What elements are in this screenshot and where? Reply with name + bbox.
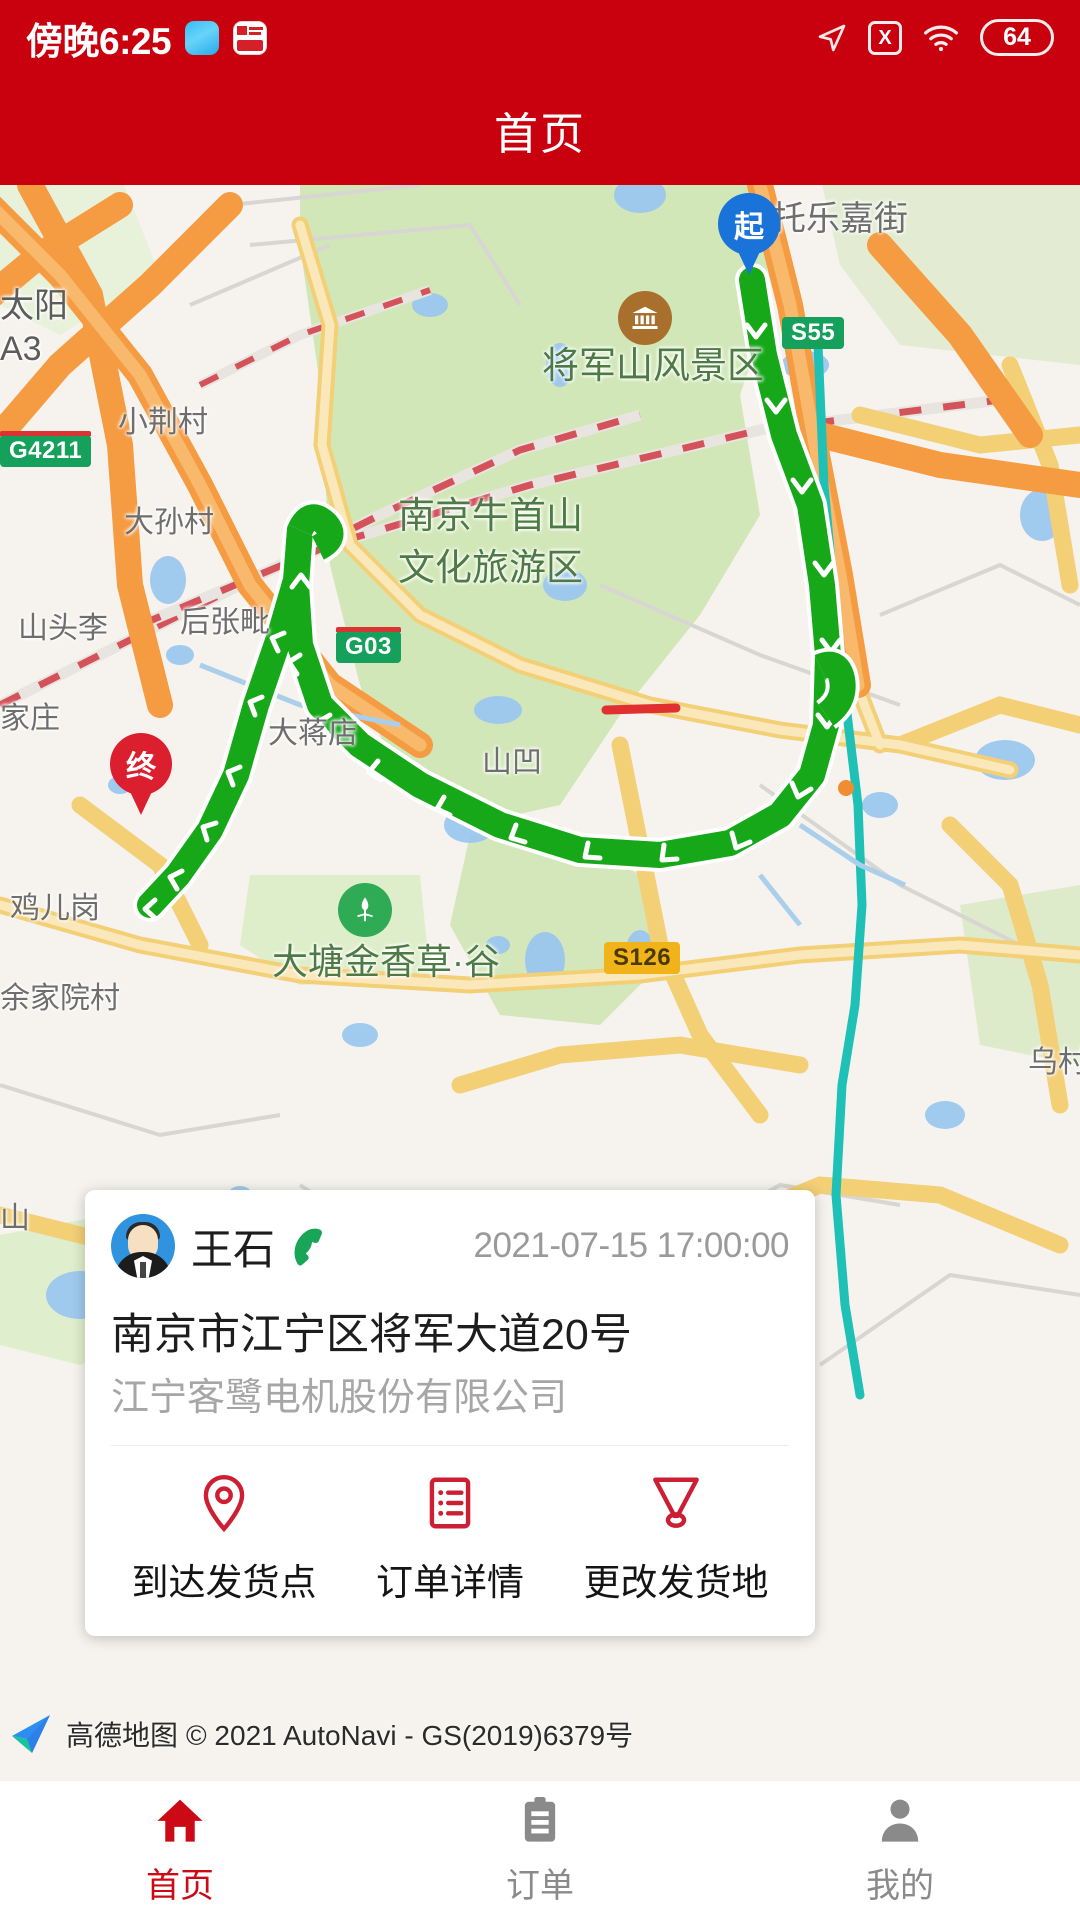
order-list-icon bbox=[419, 1472, 481, 1534]
route-start-marker[interactable]: 起 bbox=[718, 193, 780, 275]
route-end-marker[interactable]: 终 bbox=[110, 733, 172, 815]
delivery-address: 南京市江宁区将军大道20号 bbox=[111, 1311, 632, 1359]
road-shield-s126: S126 bbox=[604, 942, 681, 974]
order-card: 王石 2021-07-15 17:00:00 南京市江宁区将军大道20号 江宁客… bbox=[85, 1190, 815, 1637]
tab-home-label: 首页 bbox=[146, 1867, 214, 1905]
change-pickup-location-label: 更改发货地 bbox=[583, 1562, 769, 1604]
app-header: 首页 bbox=[0, 75, 1080, 185]
status-bar-left: 傍晚6:25 bbox=[26, 11, 268, 65]
person-icon bbox=[874, 1794, 926, 1846]
order-detail-button[interactable]: 订单详情 bbox=[337, 1472, 563, 1606]
no-sim-glyph: X bbox=[878, 26, 892, 49]
road-shield-s55: S55 bbox=[782, 317, 845, 349]
order-timestamp: 2021-07-15 17:00:00 bbox=[473, 1226, 790, 1265]
phone-icon[interactable] bbox=[289, 1225, 331, 1267]
road-shield-g03: G03 bbox=[336, 627, 401, 663]
arrive-at-pickup-label: 到达发货点 bbox=[131, 1562, 317, 1604]
blue-app-icon bbox=[185, 20, 220, 55]
tab-orders-label: 订单 bbox=[506, 1867, 574, 1905]
clipboard-icon bbox=[514, 1794, 566, 1846]
change-pickup-location-button[interactable]: 更改发货地 bbox=[563, 1472, 789, 1606]
order-card-actions: 到达发货点 订单详情 更改发货地 bbox=[111, 1446, 789, 1636]
bottom-tab-bar: 首页 订单 我的 bbox=[0, 1780, 1080, 1920]
home-icon bbox=[154, 1794, 206, 1846]
map-pin-icon bbox=[193, 1472, 255, 1534]
tab-home[interactable]: 首页 bbox=[0, 1794, 360, 1907]
red-app-icon bbox=[233, 20, 268, 55]
order-card-header: 王石 2021-07-15 17:00:00 bbox=[111, 1190, 789, 1302]
amap-logo-icon bbox=[6, 1708, 58, 1760]
avatar bbox=[111, 1214, 175, 1278]
status-bar: 傍晚6:25 X 64 bbox=[0, 0, 1080, 75]
navigation-arrow-icon bbox=[816, 22, 848, 54]
change-location-icon bbox=[645, 1472, 707, 1534]
status-bar-clock: 傍晚6:25 bbox=[26, 20, 172, 62]
battery-indicator: 64 bbox=[980, 19, 1054, 56]
tab-profile[interactable]: 我的 bbox=[720, 1794, 1080, 1907]
park-poi-icon bbox=[338, 883, 392, 937]
road-shield-g4211: G4211 bbox=[0, 431, 92, 467]
company-name: 江宁客鹭电机股份有限公司 bbox=[111, 1376, 568, 1419]
museum-poi-icon bbox=[618, 291, 672, 345]
page-title: 首页 bbox=[494, 110, 586, 159]
tab-orders[interactable]: 订单 bbox=[360, 1794, 720, 1907]
map-attribution: 高德地图 © 2021 AutoNavi - GS(2019)6379号 bbox=[0, 1706, 760, 1762]
tab-profile-label: 我的 bbox=[866, 1867, 934, 1905]
customer-name: 王石 bbox=[191, 1225, 276, 1273]
map-attribution-brand: 高德地图 bbox=[66, 1720, 179, 1751]
no-sim-icon: X bbox=[868, 20, 902, 55]
order-detail-label: 订单详情 bbox=[376, 1562, 524, 1604]
battery-level: 64 bbox=[1003, 23, 1031, 51]
status-bar-right: X 64 bbox=[816, 19, 1054, 56]
map-attribution-text: © 2021 AutoNavi - GS(2019)6379号 bbox=[186, 1720, 634, 1751]
wifi-icon bbox=[922, 23, 960, 53]
arrive-at-pickup-button[interactable]: 到达发货点 bbox=[111, 1472, 337, 1606]
